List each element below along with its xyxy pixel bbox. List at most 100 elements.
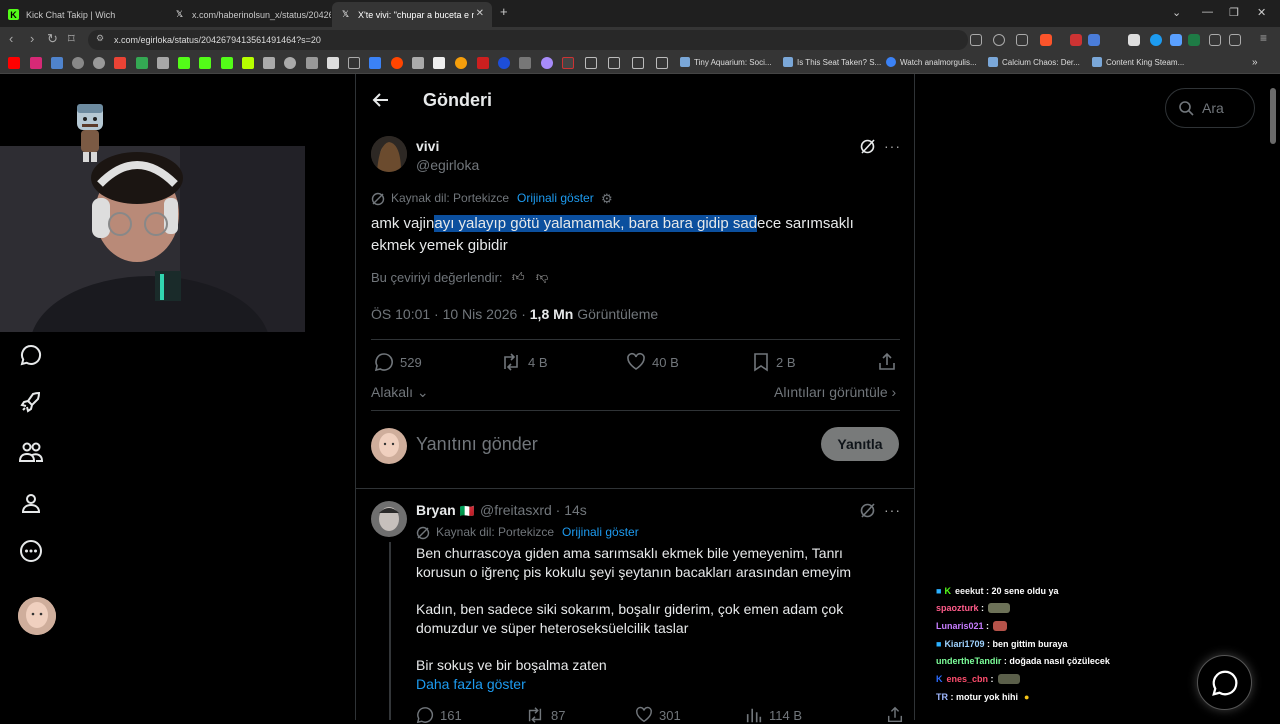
youtube-icon[interactable] [8,57,20,69]
extension-icon[interactable] [1128,34,1140,46]
back-arrow-icon[interactable] [372,91,390,114]
bookmark-calcium-chaos[interactable]: Calcium Chaos: Der... [988,57,1080,67]
bookmark-icon[interactable] [263,57,275,69]
reply-author-name[interactable]: Bryan 🇮🇹 [416,502,475,518]
more-options-icon[interactable]: ··· [884,138,901,154]
drive-icon[interactable] [136,57,148,69]
views-button[interactable]: 114 B [745,706,802,724]
bookmark-icon[interactable] [412,57,424,69]
site-info-icon[interactable]: ⚙ [96,33,104,44]
bookmark-icon[interactable] [562,57,574,69]
bookmark-button[interactable]: 2 B [752,352,796,372]
bookmark-icon[interactable] [369,57,381,69]
more-bookmarks-icon[interactable]: » [1252,57,1258,68]
reply-submit-button[interactable]: Yanıtla [821,427,899,461]
sort-dropdown[interactable]: Alakalı ⌄ [371,384,429,401]
bookmark-icon[interactable] [433,57,445,69]
tab-current-post[interactable]: 𝕏 X'te vivi: "chupar a buceta e não ✕ [332,2,492,27]
folder-icon[interactable] [585,57,597,69]
extension-icon[interactable] [1170,34,1182,46]
forward-icon[interactable]: › [30,32,34,46]
tab-search-icon[interactable]: ⌄ [1172,6,1181,19]
cast-icon[interactable] [970,34,982,46]
brave-shield-icon[interactable] [1040,34,1052,46]
bookmark-icon[interactable] [541,57,553,69]
minimize-icon[interactable]: — [1202,6,1213,18]
author-name[interactable]: vivi [416,138,439,154]
x-icon[interactable] [348,57,360,69]
instagram-icon[interactable] [30,57,42,69]
grok-icon[interactable] [859,138,876,160]
thumbs-down-icon[interactable]: 👎︎ [536,270,548,285]
extension-icon[interactable] [1150,34,1162,46]
thumbs-up-icon[interactable]: 👍︎ [512,270,525,285]
extension-icon[interactable] [1070,34,1082,46]
extension-icon[interactable] [1188,34,1200,46]
folder-icon[interactable] [608,57,620,69]
bookmark-tiny-aquarium[interactable]: Tiny Aquarium: Soci... [680,57,772,67]
reddit-icon[interactable] [391,57,403,69]
reply-handle[interactable]: @freitasxrd · 14s [480,502,587,518]
like-button[interactable]: 40 B [626,352,679,372]
bookmark-icon[interactable] [51,57,63,69]
folder-icon[interactable] [656,57,668,69]
more-options-icon[interactable]: ··· [884,502,901,518]
show-original-link[interactable]: Orijinali göster [517,191,594,205]
chat-icon[interactable] [18,342,44,368]
page-scrollbar[interactable] [1270,88,1276,144]
grok-icon[interactable] [859,502,876,524]
address-bar[interactable]: ⚙ x.com/egirloka/status/2042679413561491… [88,30,968,50]
reply-button[interactable]: 529 [374,352,422,372]
messages-fab[interactable] [1197,655,1252,710]
search-input[interactable]: Ara [1165,88,1255,128]
share-button[interactable] [886,706,910,724]
gmail-icon[interactable] [114,57,126,69]
author-handle[interactable]: @egirloka [416,157,479,173]
bookmark-icon[interactable] [327,57,339,69]
communities-icon[interactable] [18,439,44,465]
bookmark-seat-taken[interactable]: Is This Seat Taken? S... [783,57,881,67]
composer-avatar[interactable] [371,428,407,464]
bookmark-icon[interactable]: ⌑ [68,32,75,46]
timestamp[interactable]: ÖS 10:01 · 10 Nis 2026 · [371,306,530,322]
reply-button[interactable]: 161 [416,706,462,724]
share-icon[interactable] [1016,34,1028,46]
reload-icon[interactable]: ↻ [47,32,58,46]
bookmark-icon[interactable] [306,57,318,69]
like-button[interactable]: 301 [635,706,681,724]
bookmark-watch[interactable]: Watch analmorgulis... [886,57,977,67]
reply-author-avatar[interactable] [371,501,407,537]
bookmark-icon[interactable] [242,57,254,69]
menu-icon[interactable]: ≡ [1260,31,1267,45]
close-tab-icon[interactable]: ✕ [476,8,484,19]
repost-button[interactable]: 4 B [500,352,548,372]
kick-icon[interactable] [221,57,233,69]
new-tab-button[interactable]: + [500,4,508,19]
extension-icon[interactable] [1088,34,1100,46]
zoom-icon[interactable] [993,34,1005,46]
profile-icon[interactable] [18,490,44,516]
bookmark-icon[interactable] [93,57,105,69]
maximize-icon[interactable]: ❐ [1229,6,1239,19]
bookmark-icon[interactable] [519,57,531,69]
settings-gear-icon[interactable]: ⚙ [601,191,613,207]
back-icon[interactable]: ‹ [9,32,13,46]
show-original-link[interactable]: Orijinali göster [562,525,639,539]
bookmark-content-king[interactable]: Content King Steam... [1092,57,1184,67]
bookmark-icon[interactable] [498,57,510,69]
kick-icon[interactable] [199,57,211,69]
sidebar-icon[interactable] [1229,34,1241,46]
tab-kick-chat[interactable]: K Kick Chat Takip | Wich [0,2,165,27]
account-avatar[interactable] [18,597,56,635]
reply-input[interactable]: Yanıtını gönder [416,434,538,455]
show-more-link[interactable]: Daha fazla göster [416,675,526,694]
share-button[interactable] [877,352,903,372]
bookmark-icon[interactable] [72,57,84,69]
repost-button[interactable]: 87 [525,706,565,724]
bookmark-icon[interactable] [477,57,489,69]
author-avatar[interactable] [371,136,407,172]
folder-icon[interactable] [632,57,644,69]
bookmark-icon[interactable] [284,57,296,69]
view-quotes-link[interactable]: Alıntıları görüntüle › [774,384,896,400]
extensions-puzzle-icon[interactable] [1209,34,1221,46]
